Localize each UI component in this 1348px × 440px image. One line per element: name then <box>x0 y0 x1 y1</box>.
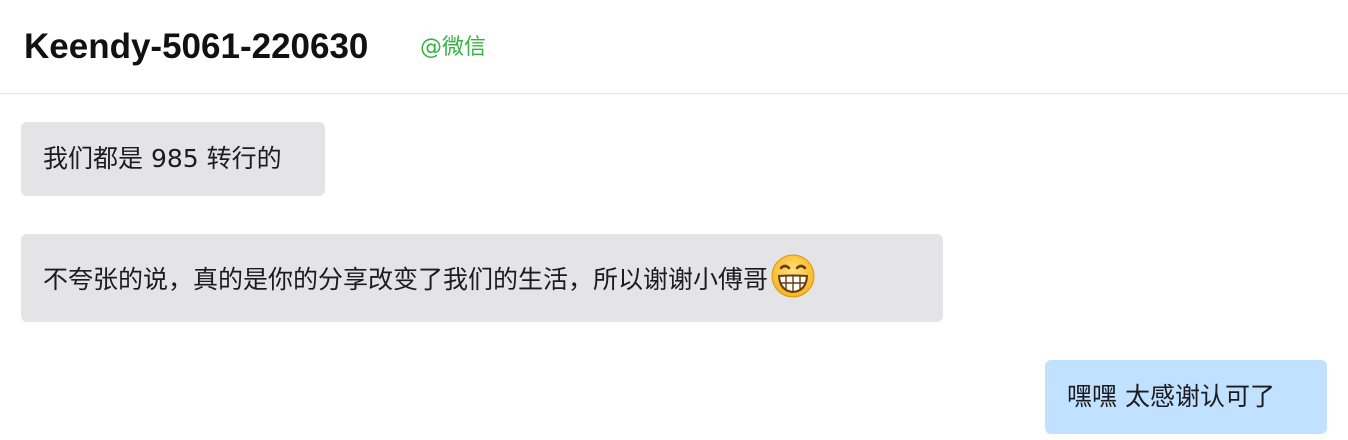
contact-name: Keendy-5061-220630 <box>24 27 369 66</box>
message-text: 不夸张的说，真的是你的分享改变了我们的生活，所以谢谢小傅哥 <box>43 265 769 294</box>
message-bubble-incoming[interactable]: 不夸张的说，真的是你的分享改变了我们的生活，所以谢谢小傅哥 <box>21 234 943 322</box>
message-bubble-incoming[interactable]: 我们都是 985 转行的 <box>21 122 325 196</box>
platform-tag: @微信 <box>420 35 487 60</box>
grinning-face-icon <box>771 254 815 298</box>
message-bubble-outgoing[interactable]: 嘿嘿 太感谢认可了 <box>1045 360 1327 434</box>
message-text: 嘿嘿 太感谢认可了 <box>1067 382 1275 411</box>
chat-header: Keendy-5061-220630 @微信 <box>0 0 1348 94</box>
message-text: 我们都是 985 转行的 <box>43 144 282 173</box>
